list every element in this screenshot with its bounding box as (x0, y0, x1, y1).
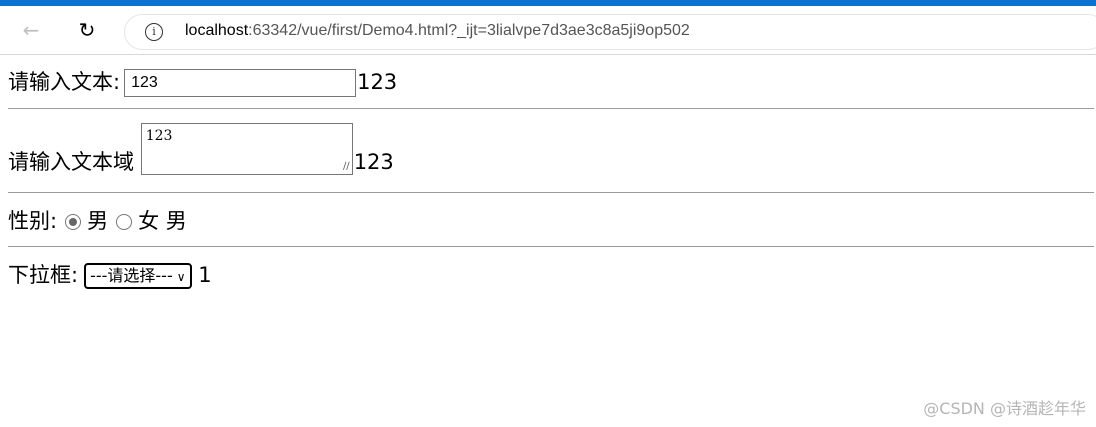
radio-female-label: 女 (138, 209, 160, 233)
text-echo: 123 (357, 70, 398, 94)
reload-icon[interactable]: ↻ (74, 18, 100, 42)
textarea[interactable]: 123 ∕∕ (140, 123, 353, 175)
radio-male[interactable] (65, 214, 82, 230)
gender-echo: 男 (165, 209, 187, 233)
dropdown-selected: ---请选择--- (90, 266, 173, 285)
url-host: localhost (185, 22, 249, 39)
separator-1 (8, 108, 1094, 109)
text-input[interactable]: 123 (124, 69, 357, 97)
info-icon[interactable]: i (145, 23, 163, 41)
dropdown-select[interactable]: ---请选择--- ∨ (84, 263, 192, 289)
textarea-row: 请输入文本域 123 ∕∕ 123 (8, 123, 394, 175)
browser-toolbar: ← ↻ i localhost:63342/vue/first/Demo4.ht… (0, 6, 1096, 55)
dropdown-echo: 1 (198, 263, 212, 287)
url-text[interactable]: localhost:63342/vue/first/Demo4.html?_ij… (185, 22, 690, 40)
address-bar[interactable]: i localhost:63342/vue/first/Demo4.html?_… (124, 14, 1096, 50)
separator-3 (8, 246, 1094, 247)
text-input-row: 请输入文本: 123 123 (8, 69, 397, 97)
watermark: @CSDN @诗酒趁年华 (923, 399, 1086, 418)
dropdown-label: 下拉框: (8, 263, 79, 287)
textarea-echo: 123 (353, 150, 394, 174)
back-arrow-icon[interactable]: ← (18, 18, 44, 42)
radio-female[interactable] (116, 214, 133, 230)
separator-2 (8, 192, 1094, 193)
gender-row: 性别: 男女 男 (8, 208, 187, 234)
gender-label: 性别: (8, 209, 58, 233)
textarea-label: 请输入文本域 (8, 150, 134, 174)
textarea-value: 123 (145, 128, 173, 144)
text-input-label: 请输入文本: (8, 70, 121, 94)
chevron-down-icon: ∨ (176, 270, 186, 284)
url-rest: :63342/vue/first/Demo4.html?_ijt=3lialvp… (248, 22, 690, 39)
resize-grip-icon[interactable]: ∕∕ (343, 162, 350, 172)
dropdown-row: 下拉框: ---请选择--- ∨ 1 (8, 262, 212, 289)
radio-male-label: 男 (87, 209, 109, 233)
